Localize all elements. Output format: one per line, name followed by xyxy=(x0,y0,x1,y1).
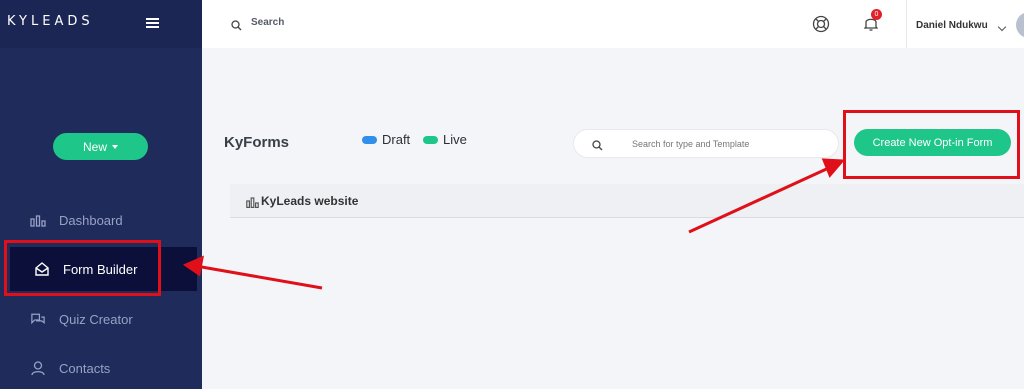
annotation-arrows xyxy=(182,158,846,290)
annotation-arrow-create-form xyxy=(688,164,834,234)
annotation-arrowhead-form-builder xyxy=(182,255,204,277)
annotation-arrow-form-builder xyxy=(195,264,323,290)
annotation-arrowhead-create-form xyxy=(821,158,846,178)
